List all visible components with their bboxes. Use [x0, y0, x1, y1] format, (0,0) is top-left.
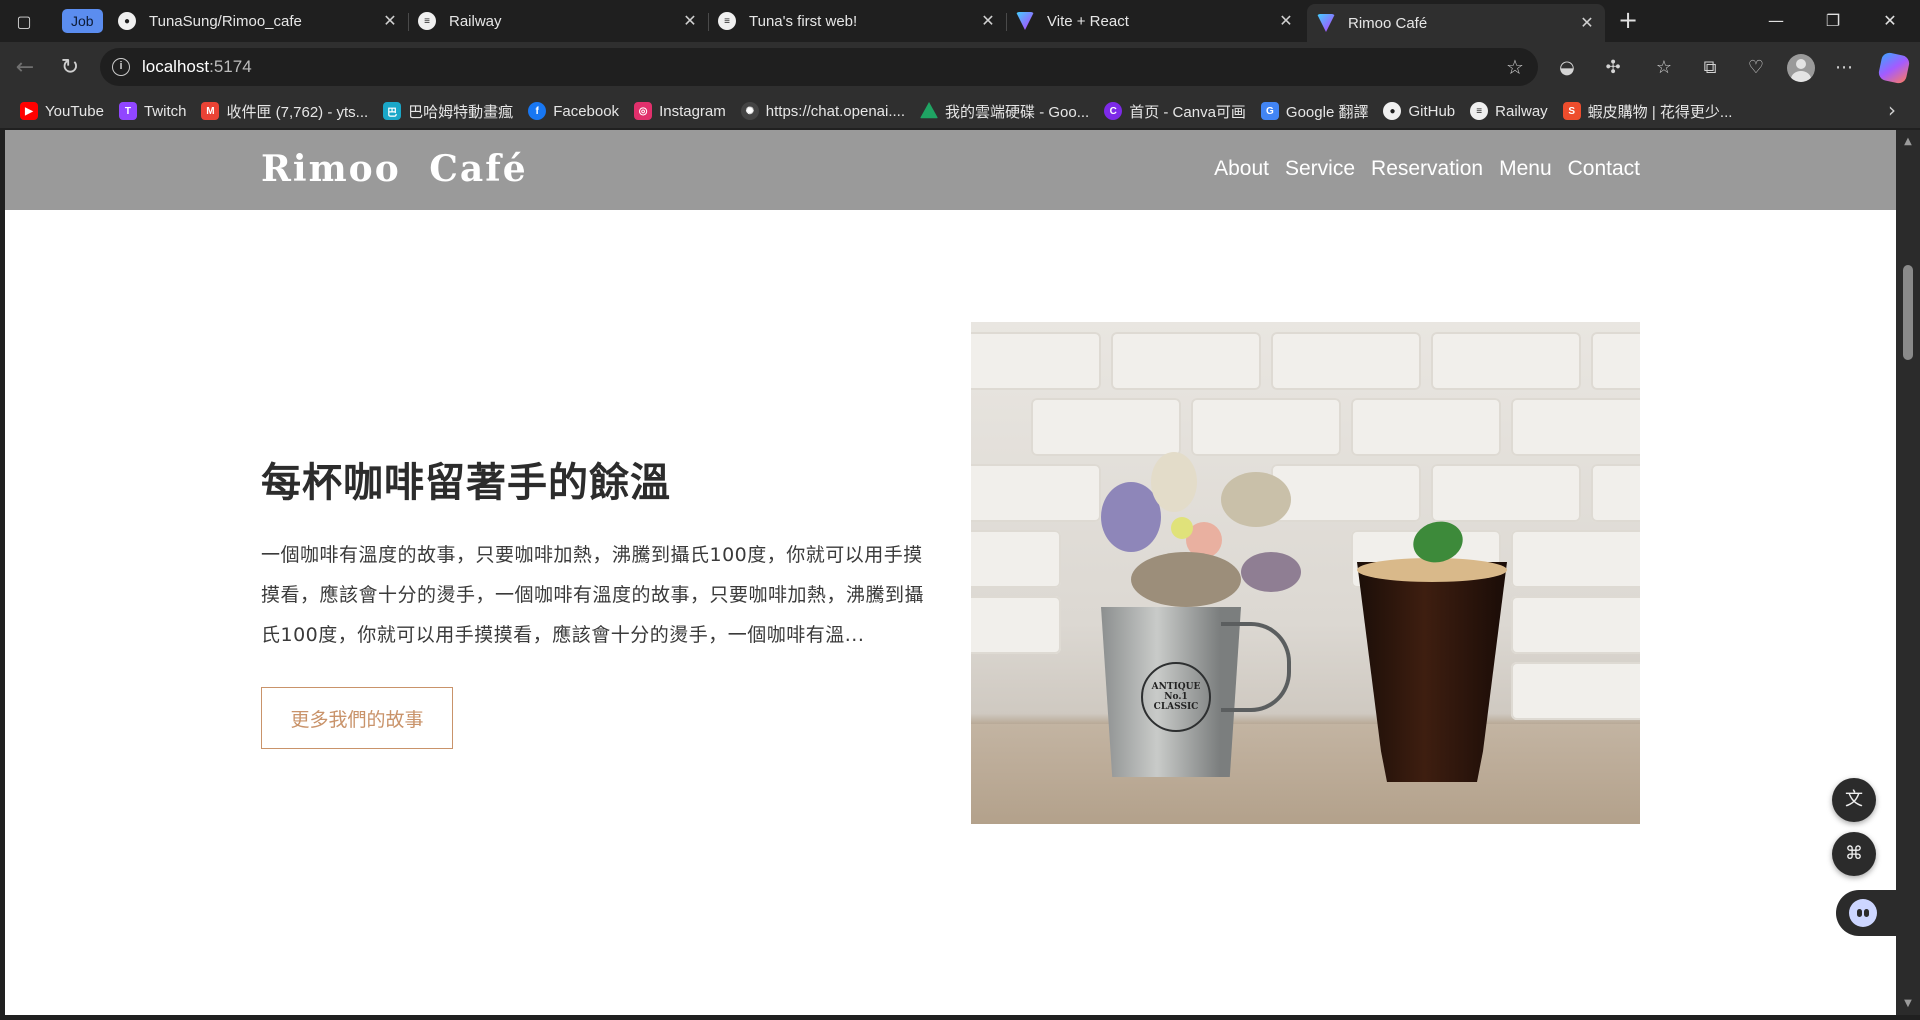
reload-icon[interactable]: ↻	[55, 53, 85, 83]
more-story-button[interactable]: 更多我們的故事	[261, 687, 453, 749]
bookmark-canva[interactable]: C 首页 - Canva可画	[1098, 97, 1252, 125]
new-tab-button[interactable]: +	[1614, 7, 1642, 35]
close-icon[interactable]: ✕	[1575, 13, 1599, 33]
url-text[interactable]: localhost:5174	[142, 57, 252, 77]
instagram-icon: ◎	[634, 102, 653, 120]
railway-icon: ≡	[418, 12, 436, 30]
bookmark-google-translate[interactable]: G Google 翻譯	[1255, 97, 1375, 125]
nav-service[interactable]: Service	[1285, 157, 1355, 181]
twitch-icon: T	[118, 102, 137, 120]
collections-icon[interactable]: ⧉	[1694, 52, 1726, 84]
copilot-icon[interactable]	[1877, 51, 1911, 85]
more-options-icon[interactable]: ⋯	[1828, 52, 1860, 84]
address-bar[interactable]: i localhost:5174 ☆	[100, 48, 1538, 86]
tab-title: Railway	[449, 12, 502, 30]
railway-icon: ≡	[1470, 102, 1489, 120]
close-icon[interactable]: ✕	[378, 11, 402, 31]
google-translate-icon: G	[1260, 102, 1279, 120]
page-viewport: Rimoo Café About Service Reservation Men…	[5, 130, 1896, 1015]
tab-title: Vite + React	[1047, 12, 1129, 30]
close-icon[interactable]: ✕	[678, 11, 702, 31]
hero-title: 每杯咖啡留著手的餘溫	[261, 460, 671, 506]
close-icon[interactable]: ✕	[1274, 11, 1298, 31]
openai-icon: ✺	[740, 102, 759, 120]
nav-contact[interactable]: Contact	[1568, 157, 1640, 181]
vite-icon	[1317, 14, 1335, 32]
apps-grid-icon[interactable]: ⌘	[1832, 832, 1876, 876]
tab-actions-icon[interactable]: ▢	[10, 8, 38, 34]
vite-icon	[1016, 12, 1034, 30]
railway-icon: ≡	[718, 12, 736, 30]
nav-menu[interactable]: Menu	[1499, 157, 1552, 181]
bookmark-chatgpt[interactable]: ✺ https://chat.openai....	[735, 97, 911, 125]
bookmark-gmail[interactable]: M 收件匣 (7,762) - yts...	[195, 97, 374, 125]
assistant-bot-icon[interactable]	[1836, 890, 1896, 936]
tab-title: Rimoo Café	[1348, 14, 1428, 32]
hero-description: 一個咖啡有溫度的故事，只要咖啡加熱，沸騰到攝氏100度，你就可以用手摸摸看，應該…	[261, 544, 925, 646]
profile-avatar[interactable]	[1787, 54, 1815, 82]
bahamut-icon: 巴	[383, 102, 402, 120]
facebook-icon: f	[528, 102, 547, 120]
favorite-star-icon[interactable]: ☆	[1502, 54, 1528, 80]
chevron-right-icon[interactable]: ›	[1888, 98, 1896, 122]
minimize-button[interactable]: —	[1753, 6, 1799, 36]
extensions-puzzle-icon[interactable]: ✣	[1597, 52, 1629, 84]
browser-toolbar: ← ↻ i localhost:5174 ☆ ◒ ✣ ☆ ⧉ ♡ ⋯	[0, 42, 1920, 94]
bookmark-facebook[interactable]: f Facebook	[522, 97, 625, 125]
bookmark-railway[interactable]: ≡ Railway	[1464, 97, 1554, 125]
tab-vite-react[interactable]: Vite + React ✕	[1006, 4, 1304, 38]
bookmark-shopee[interactable]: S 蝦皮購物 | 花得更少...	[1557, 97, 1739, 125]
site-info-icon[interactable]: i	[112, 58, 130, 76]
bookmark-google-drive[interactable]: 我的雲端硬碟 - Goo...	[914, 97, 1095, 125]
gmail-icon: M	[201, 102, 220, 120]
bookmark-instagram[interactable]: ◎ Instagram	[628, 97, 732, 125]
tab-tunas-first-web[interactable]: ≡ Tuna's first web! ✕	[708, 4, 1007, 38]
page-scrollbar[interactable]: ▲ ▼	[1896, 130, 1920, 1015]
shopee-icon: S	[1562, 102, 1581, 120]
canva-icon: C	[1104, 102, 1123, 120]
favorites-icon[interactable]: ☆	[1648, 52, 1680, 84]
bookmarks-bar: ▶ YouTube T Twitch M 收件匣 (7,762) - yts... 巴…	[0, 94, 1920, 128]
site-header: Rimoo Café About Service Reservation Men…	[5, 130, 1896, 210]
browser-essentials-icon[interactable]: ♡	[1740, 52, 1772, 84]
bookmark-github[interactable]: ● GitHub	[1377, 97, 1461, 125]
restore-button[interactable]: ❐	[1810, 6, 1856, 36]
bookmark-youtube[interactable]: ▶ YouTube	[14, 97, 110, 125]
workspace-badge[interactable]: Job	[62, 9, 103, 33]
youtube-icon: ▶	[20, 102, 38, 120]
tab-strip: ▢ Job ● TunaSung/Rimoo_cafe ✕ ≡ Railway …	[0, 0, 1920, 42]
scroll-down-icon[interactable]: ▼	[1902, 998, 1914, 1009]
bookmark-twitch[interactable]: T Twitch	[113, 97, 193, 125]
main-nav: About Service Reservation Menu Contact	[1214, 157, 1640, 181]
tab-rimoo-repo[interactable]: ● TunaSung/Rimoo_cafe ✕	[108, 4, 409, 38]
github-icon: ●	[118, 12, 136, 30]
nav-reservation[interactable]: Reservation	[1371, 157, 1483, 181]
back-arrow-icon[interactable]: ←	[10, 53, 40, 83]
tab-rimoo-cafe[interactable]: Rimoo Café ✕	[1307, 4, 1605, 42]
tab-title: TunaSung/Rimoo_cafe	[149, 12, 302, 30]
extension-mask-icon[interactable]: ◒	[1551, 52, 1583, 84]
translate-icon[interactable]: 文	[1832, 778, 1876, 822]
scroll-up-icon[interactable]: ▲	[1902, 136, 1914, 147]
nav-about[interactable]: About	[1214, 157, 1269, 181]
tab-title: Tuna's first web!	[749, 12, 858, 30]
scrollbar-thumb[interactable]	[1903, 265, 1913, 360]
tab-railway[interactable]: ≡ Railway ✕	[408, 4, 709, 38]
close-window-button[interactable]: ✕	[1867, 6, 1913, 36]
pitcher-label: ANTIQUE No.1 CLASSIC	[1141, 662, 1211, 732]
close-icon[interactable]: ✕	[976, 11, 1000, 31]
bookmark-bahamut[interactable]: 巴巴哈姆特動畫瘋	[377, 97, 519, 125]
hero-coffee-photo: ANTIQUE No.1 CLASSIC	[971, 322, 1640, 824]
site-logo[interactable]: Rimoo Café	[261, 148, 528, 190]
github-icon: ●	[1383, 102, 1402, 120]
google-drive-icon	[920, 102, 939, 119]
